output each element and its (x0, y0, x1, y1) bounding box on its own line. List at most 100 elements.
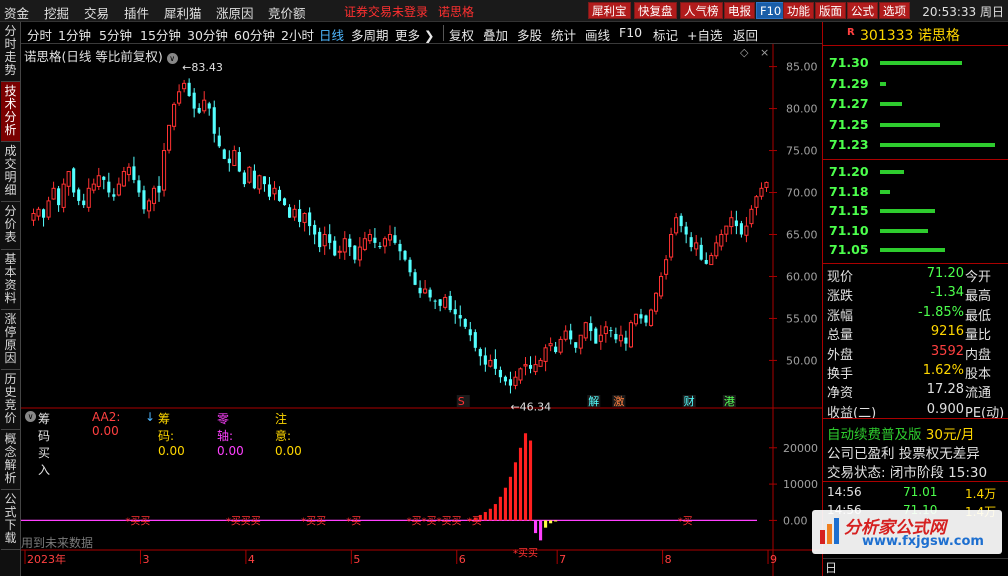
candle-body (387, 233, 393, 241)
btn-f10[interactable]: F10 (756, 2, 786, 19)
ask-row[interactable]: 71.23 (823, 135, 1008, 154)
candle-body (478, 349, 482, 357)
ask-row[interactable]: 71.29 (823, 74, 1008, 93)
period-more[interactable]: 更多 ❯ (395, 25, 434, 44)
candle-body (508, 379, 513, 386)
candle-body (458, 315, 462, 319)
tool-add-watchlist[interactable]: +自选 (687, 25, 722, 44)
period-5min[interactable]: 5分钟 (99, 25, 132, 44)
ask-price: 71.30 (829, 55, 869, 70)
btn-popularity[interactable]: 人气榜 (680, 2, 723, 19)
quote-row: 收益(二) 0.900 PE(动) (823, 401, 1008, 421)
period-daily[interactable]: 日线 (319, 25, 344, 44)
menu-item-funds[interactable]: 资金 (4, 3, 29, 22)
menu-item-reason[interactable]: 涨原因 (216, 3, 254, 22)
tool-adjust[interactable]: 复权 (449, 25, 474, 44)
ask-row[interactable]: 71.27 (823, 94, 1008, 113)
candle-body (252, 170, 256, 189)
candle-body (533, 364, 538, 373)
tick-row: 14:56 71.01 1.4万 (823, 484, 1008, 501)
bid-row[interactable]: 71.15 (823, 201, 1008, 220)
period-30min[interactable]: 30分钟 (187, 25, 228, 44)
candle-body (493, 359, 497, 369)
chart-svg[interactable]: 85.0080.0075.0070.0065.0060.0055.0050.00… (21, 44, 822, 576)
panel-bottom-label[interactable]: 日 (823, 558, 1008, 575)
candle-body (96, 175, 101, 187)
btn-xilibao[interactable]: 犀利宝 (588, 2, 631, 19)
chart-area[interactable]: 85.00 80.00 75.00 70.00 65.00 60.00 55.00 50.00… (21, 44, 822, 576)
trade-status: 交易状态: 闭市阶段 15:30 (827, 461, 987, 481)
bid-row[interactable]: 71.18 (823, 182, 1008, 201)
btn-options[interactable]: 选项 (879, 2, 910, 19)
ask-price: 71.27 (829, 96, 869, 111)
candle-body (318, 231, 322, 248)
candle-body (644, 315, 648, 323)
period-15min[interactable]: 15分钟 (140, 25, 181, 44)
tool-draw[interactable]: 画线 (585, 25, 610, 44)
tool-overlay[interactable]: 叠加 (483, 25, 508, 44)
tool-stats[interactable]: 统计 (551, 25, 576, 44)
candle-body (66, 171, 71, 187)
indicator-name[interactable]: 筹码买入 (38, 410, 50, 478)
tool-back[interactable]: 返回 (733, 25, 758, 44)
btn-formula[interactable]: 公式 (847, 2, 878, 19)
ask-row[interactable]: 71.30 (823, 53, 1008, 72)
btn-telegraph[interactable]: 电报 (724, 2, 755, 19)
candle-body (182, 82, 187, 90)
menu-item-bid-amount[interactable]: 竞价额 (268, 3, 306, 22)
ticks-divider (823, 481, 1008, 482)
menu-item-mining[interactable]: 挖掘 (44, 3, 69, 22)
candle-body (589, 323, 593, 332)
menu-item-xilimao[interactable]: 犀利猫 (164, 3, 202, 22)
quote-label-2: 最低 (965, 308, 992, 324)
ad-line1[interactable]: 自动续费普及版 30元/月 (827, 423, 975, 443)
tab-concept[interactable]: 概念解析 (1, 430, 20, 490)
tab-price-table[interactable]: 分价表 (1, 202, 20, 250)
ask-row[interactable]: 71.25 (823, 115, 1008, 134)
btn-functions[interactable]: 功能 (783, 2, 814, 19)
tab-basic-info[interactable]: 基本资料 (1, 250, 20, 310)
candle-body (342, 238, 347, 253)
login-status[interactable]: 证券交易未登录 (344, 3, 428, 20)
menu-item-trade[interactable]: 交易 (84, 3, 109, 22)
period-multi[interactable]: 多周期 (351, 25, 389, 44)
btn-quick-review[interactable]: 快复盘 (634, 2, 677, 19)
period-60min[interactable]: 60分钟 (234, 25, 275, 44)
candle-body (744, 225, 749, 236)
tab-technical[interactable]: 技术分析 (1, 82, 20, 142)
tab-formula-download[interactable]: 公式下载 (1, 490, 20, 550)
indicator-gear-icon[interactable]: ∨ (25, 411, 36, 422)
candle-body (513, 376, 518, 386)
period-intraday[interactable]: 分时 (27, 25, 52, 44)
x-tick-label: 2023年 (27, 552, 66, 566)
tab-trade-detail[interactable]: 成交明细 (1, 142, 20, 202)
ask-volume-bar (880, 102, 902, 106)
y-tick-label: 60.00 (786, 270, 818, 283)
candle-body (212, 107, 216, 134)
btn-layout[interactable]: 版面 (815, 2, 846, 19)
candle-body (72, 168, 76, 193)
quote-panel: R 301333 诺思格 71.30 71.29 71.27 71.25 71.23 7… (812, 22, 1008, 576)
quote-value: 1.62% (922, 363, 964, 378)
tab-limit-up-reason[interactable]: 涨停原因 (1, 310, 20, 370)
buy-signal-label: *买 (346, 515, 361, 527)
sub-y-tick-label: 10000 (783, 478, 818, 491)
period-1min[interactable]: 1分钟 (58, 25, 91, 44)
tab-intraday[interactable]: 分时走势 (1, 22, 20, 82)
candle-body (91, 183, 96, 191)
quote-row: 换手 1.62% 股本 (823, 362, 1008, 382)
tool-mark[interactable]: 标记 (653, 25, 678, 44)
bid-row[interactable]: 71.20 (823, 162, 1008, 181)
tool-f10[interactable]: F10 (619, 25, 642, 40)
menu-item-plugins[interactable]: 插件 (124, 3, 149, 22)
tool-multi-stock[interactable]: 多股 (517, 25, 542, 44)
bid-row[interactable]: 71.05 (823, 240, 1008, 259)
candle-body (242, 172, 246, 185)
ad-line2: 公司已盈利 投票权无差异 (827, 446, 980, 462)
period-2hour[interactable]: 2小时 (281, 25, 314, 44)
bid-row[interactable]: 71.10 (823, 221, 1008, 240)
candle-body (463, 319, 467, 327)
tab-history-bid[interactable]: 历史竞价 (1, 370, 20, 430)
candle-body (709, 254, 714, 266)
settings-circle-icon[interactable]: ∨ (166, 53, 178, 64)
